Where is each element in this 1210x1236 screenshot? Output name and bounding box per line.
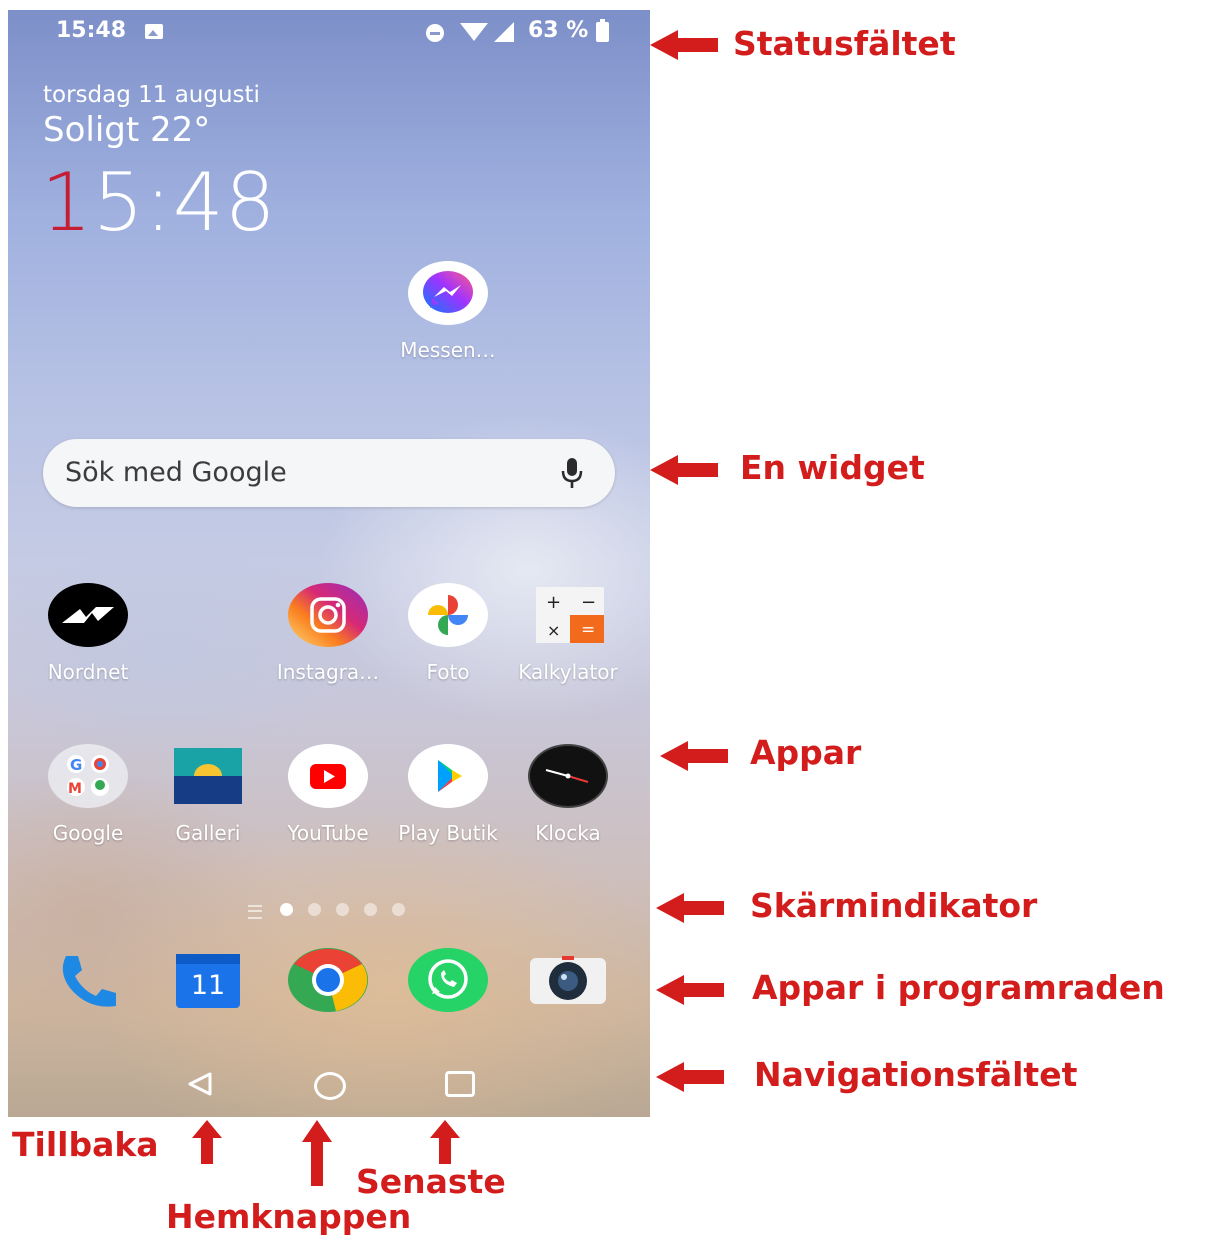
app-label: Google — [52, 821, 124, 845]
dock-chrome[interactable] — [268, 948, 388, 1012]
nordnet-icon — [48, 583, 128, 647]
dock-phone[interactable] — [28, 948, 148, 1012]
annotation-back: Tillbaka — [12, 1125, 159, 1164]
calendar-icon: 11 — [168, 948, 248, 1012]
image-notification-icon — [145, 24, 163, 39]
page-dot-active — [280, 903, 293, 916]
svg-text:M: M — [68, 781, 82, 797]
search-placeholder: Sök med Google — [65, 457, 287, 488]
svg-text:+: + — [546, 592, 561, 613]
battery-icon — [596, 19, 609, 42]
clock-icon — [528, 744, 608, 808]
arrow-left-icon — [650, 30, 718, 60]
svg-text:×: × — [547, 621, 560, 640]
page-dot — [364, 903, 377, 916]
dock-calendar[interactable]: 11 — [148, 948, 268, 1012]
svg-text:G: G — [70, 756, 82, 774]
app-drawer-lines-icon — [248, 905, 262, 919]
arrow-left-icon — [656, 975, 724, 1005]
svg-text:−: − — [581, 592, 596, 613]
app-foto[interactable]: Foto — [388, 583, 508, 684]
google-folder-icon: G M — [48, 744, 128, 808]
app-label: Nordnet — [47, 660, 129, 684]
annotation-status-bar: Statusfältet — [733, 24, 956, 63]
messenger-icon — [408, 261, 488, 325]
back-icon[interactable] — [186, 1071, 214, 1097]
play-store-icon — [408, 744, 488, 808]
svg-text:=: = — [581, 620, 595, 640]
mic-icon[interactable] — [559, 456, 585, 490]
app-nordnet[interactable]: Nordnet — [28, 583, 148, 684]
status-bar: 15:48 63 % — [8, 10, 650, 54]
phone-icon — [48, 948, 128, 1012]
app-klocka[interactable]: Klocka — [508, 744, 628, 845]
app-google[interactable]: G M Google — [28, 744, 148, 845]
gallery-icon — [168, 744, 248, 808]
youtube-icon — [288, 744, 368, 808]
app-kalkylator[interactable]: + − × = Kalkylator — [508, 583, 628, 684]
whatsapp-icon — [408, 948, 488, 1012]
annotation-nav-bar: Navigationsfältet — [754, 1055, 1078, 1094]
clock-widget[interactable]: 15:48 — [41, 156, 277, 249]
app-label: Foto — [426, 660, 470, 684]
app-messenger[interactable]: Messen… — [388, 261, 508, 362]
status-time: 15:48 — [56, 18, 127, 43]
clock-first-digit: 1 — [41, 156, 93, 249]
app-galleri[interactable]: Galleri — [148, 744, 268, 845]
dock-camera[interactable] — [508, 948, 628, 1012]
navigation-bar — [8, 1058, 650, 1108]
signal-icon — [494, 22, 514, 42]
battery-percent: 63 % — [528, 18, 589, 43]
app-label: Instagra… — [276, 660, 380, 684]
app-label: Play Butik — [398, 821, 498, 845]
app-label: Kalkylator — [518, 660, 618, 684]
page-dot — [308, 903, 321, 916]
arrow-up-icon — [192, 1120, 222, 1164]
annotation-home: Hemknappen — [166, 1197, 412, 1236]
wifi-icon — [460, 23, 488, 41]
app-label: Messen… — [400, 338, 496, 362]
google-search-widget[interactable]: Sök med Google — [43, 439, 615, 507]
instagram-icon — [288, 583, 368, 647]
date-text[interactable]: torsdag 11 augusti — [43, 82, 260, 108]
calculator-icon: + − × = — [528, 583, 608, 647]
recents-icon[interactable] — [445, 1071, 475, 1097]
weather-text[interactable]: Soligt 22° — [43, 110, 210, 150]
app-play-butik[interactable]: Play Butik — [388, 744, 508, 845]
page-dot — [392, 903, 405, 916]
app-label: Galleri — [175, 821, 241, 845]
calendar-day: 11 — [190, 970, 226, 1001]
phone-screen: 15:48 63 % torsdag 11 augusti Soligt 22°… — [8, 10, 650, 1117]
app-instagram[interactable]: Instagra… — [268, 583, 388, 684]
annotation-dock-apps: Appar i programraden — [752, 968, 1165, 1007]
do-not-disturb-icon — [426, 24, 444, 42]
app-label: Klocka — [535, 821, 601, 845]
clock-rest: 5:48 — [92, 156, 277, 249]
arrow-left-icon — [660, 741, 728, 771]
annotation-recents: Senaste — [356, 1162, 506, 1201]
arrow-up-icon — [302, 1120, 332, 1186]
dock-whatsapp[interactable] — [388, 948, 508, 1012]
arrow-left-icon — [650, 455, 718, 485]
arrow-left-icon — [656, 893, 724, 923]
annotation-apps: Appar — [750, 733, 862, 772]
page-indicator[interactable] — [248, 903, 418, 919]
home-icon[interactable] — [314, 1072, 346, 1100]
app-label: YouTube — [287, 821, 369, 845]
page-dot — [336, 903, 349, 916]
photos-icon — [408, 583, 488, 647]
annotation-widget: En widget — [740, 448, 925, 487]
annotation-screen-indicator: Skärmindikator — [750, 886, 1038, 925]
app-youtube[interactable]: YouTube — [268, 744, 388, 845]
chrome-icon — [288, 948, 368, 1012]
camera-icon — [528, 948, 608, 1012]
arrow-left-icon — [656, 1062, 724, 1092]
arrow-up-icon — [430, 1120, 460, 1164]
